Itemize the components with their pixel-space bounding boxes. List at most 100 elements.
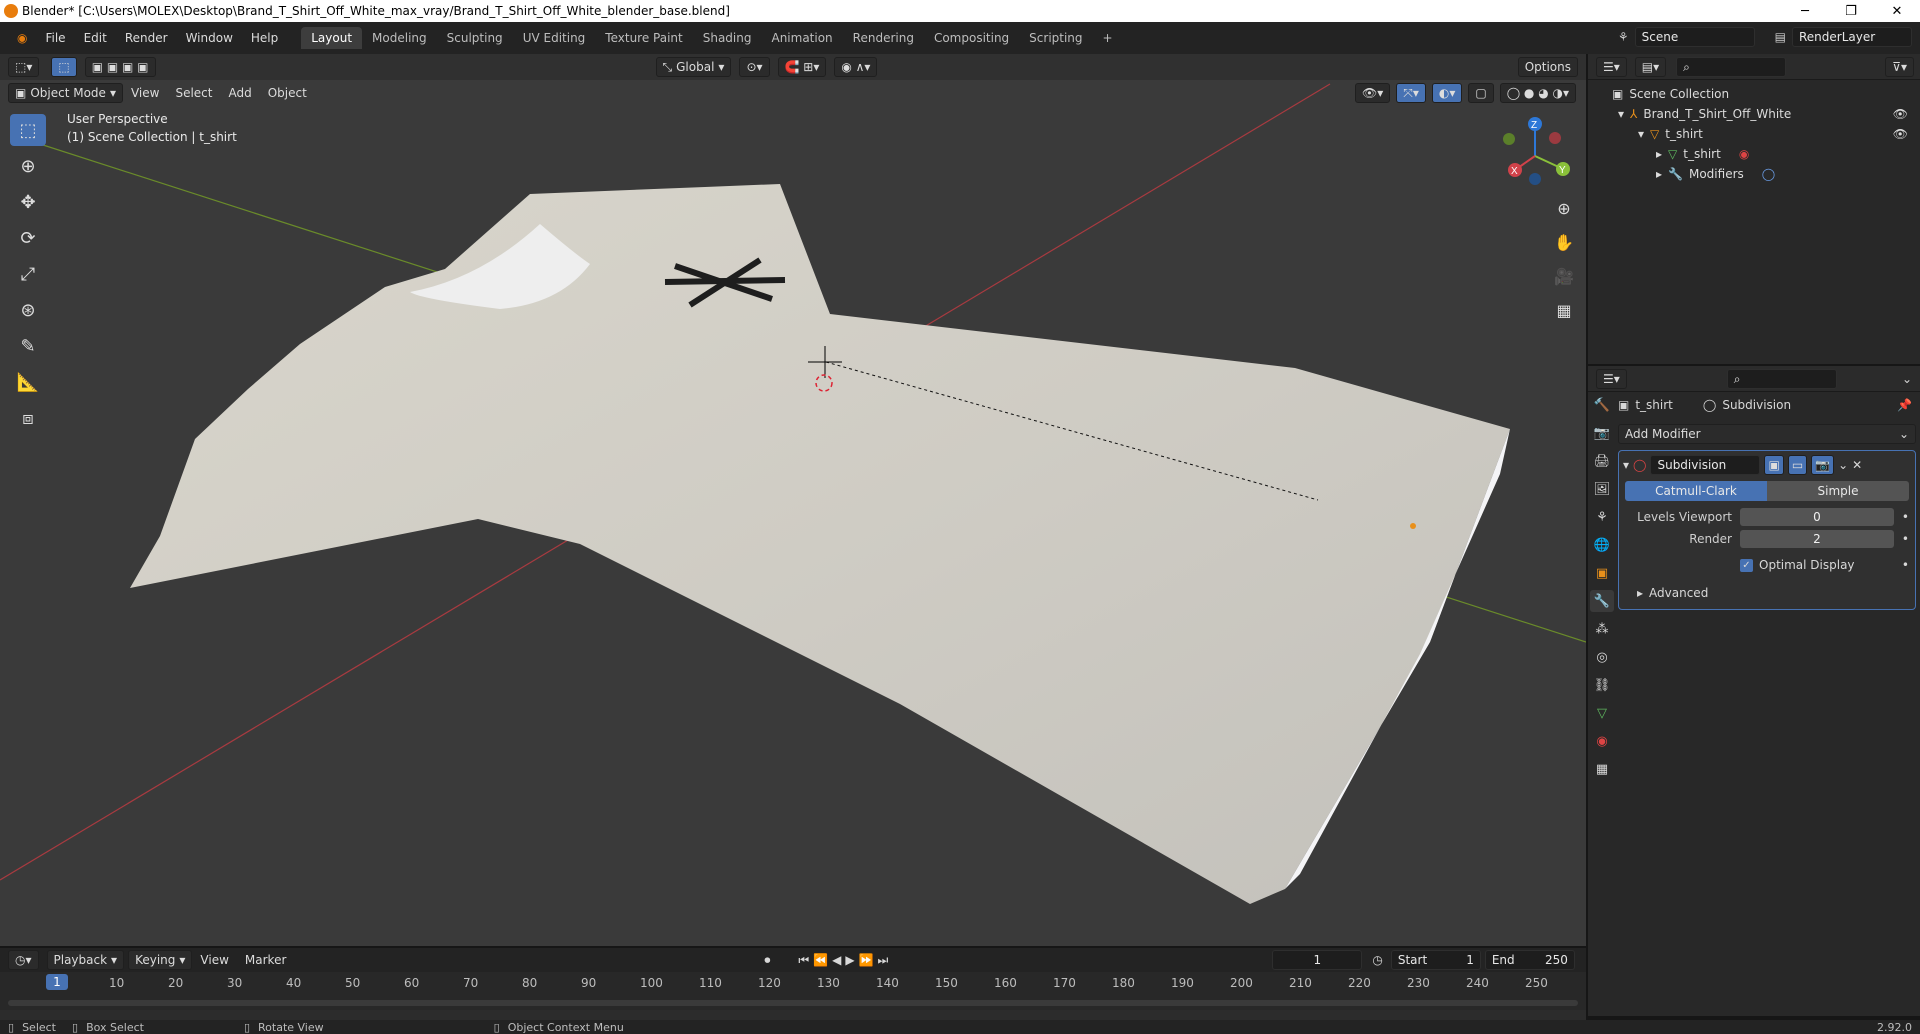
visibility-eye-icon[interactable]: 👁 xyxy=(1893,107,1908,121)
menu-object[interactable]: Object xyxy=(260,86,315,100)
tab-texture-paint[interactable]: Texture Paint xyxy=(595,27,692,49)
add-cube-icon[interactable]: ⧈ xyxy=(10,402,46,434)
scene-field[interactable]: Scene xyxy=(1634,27,1755,47)
world-tab-icon[interactable]: 🌐 xyxy=(1590,534,1614,556)
blender-menu-icon[interactable]: ◉ xyxy=(8,31,36,45)
tab-layout[interactable]: Layout xyxy=(301,27,363,49)
menu-marker[interactable]: Marker xyxy=(237,953,294,967)
menu-playback[interactable]: Playback ▾ xyxy=(46,950,125,970)
filter-icon[interactable]: ⊽▾ xyxy=(1885,56,1914,77)
playhead[interactable]: 1 xyxy=(46,974,68,990)
add-modifier-dropdown[interactable]: Add Modifier ⌄ xyxy=(1618,424,1916,444)
move-icon[interactable]: ✥ xyxy=(10,186,46,218)
menu-window[interactable]: Window xyxy=(177,31,242,45)
scale-icon[interactable]: ⤢ xyxy=(10,258,46,290)
menu-render[interactable]: Render xyxy=(116,31,177,45)
options-dropdown[interactable]: Options xyxy=(1517,57,1578,77)
proportional-edit-toggle[interactable]: ◉ ∧▾ xyxy=(834,57,878,77)
measure-icon[interactable]: 📐 xyxy=(10,366,46,398)
outliner-row-modifiers[interactable]: ▸ 🔧 Modifiers ◯ xyxy=(1588,164,1920,184)
shading-modes[interactable]: ◯ ● ◕ ◑▾ xyxy=(1499,83,1576,103)
snap-toggle[interactable]: 🧲 ⊞▾ xyxy=(777,57,827,77)
clock-icon[interactable]: ◷ xyxy=(1372,953,1382,967)
outliner-row-mesh[interactable]: ▸ ▽ t_shirt ◉ xyxy=(1588,144,1920,164)
physics-tab-icon[interactable]: ◎ xyxy=(1590,646,1614,668)
tab-uv-editing[interactable]: UV Editing xyxy=(513,27,596,49)
scene-tab-icon[interactable]: ⚘ xyxy=(1590,506,1614,528)
keyframe-dot-icon[interactable]: • xyxy=(1902,510,1909,524)
select-box-icon[interactable]: ⬚ xyxy=(10,114,46,146)
tab-modeling[interactable]: Modeling xyxy=(362,27,437,49)
playback-controls[interactable]: ⏮⏪◀▶⏩⏭ xyxy=(798,953,892,968)
end-frame-field[interactable]: End 250 xyxy=(1484,950,1575,970)
menu-help[interactable]: Help xyxy=(242,31,287,45)
menu-add[interactable]: Add xyxy=(220,86,259,100)
current-frame-field[interactable]: 1 xyxy=(1272,950,1363,970)
frame-ruler[interactable]: 1102030405060708090100110120130140150160… xyxy=(0,972,1586,1010)
xray-toggle[interactable]: ▢ xyxy=(1468,83,1494,103)
collapse-arrow-icon[interactable]: ▾ xyxy=(1623,458,1629,472)
tab-shading[interactable]: Shading xyxy=(693,27,762,49)
outliner-editor-type[interactable]: ☰▾ xyxy=(1596,56,1627,77)
particles-tab-icon[interactable]: ⁂ xyxy=(1590,618,1614,640)
add-workspace-button[interactable]: + xyxy=(1093,27,1123,49)
display-mode-dropdown[interactable]: ▤▾ xyxy=(1634,56,1667,77)
menu-edit[interactable]: Edit xyxy=(75,31,116,45)
tab-rendering[interactable]: Rendering xyxy=(843,27,924,49)
properties-editor-type[interactable]: ☰▾ xyxy=(1596,368,1627,389)
tool-tab-icon[interactable]: 🔨 xyxy=(1590,394,1614,416)
edit-mode-toggle[interactable]: ▣ xyxy=(1764,455,1784,475)
timeline-scrollbar[interactable] xyxy=(8,1000,1578,1006)
keyframe-dot-icon[interactable]: • xyxy=(1902,532,1909,546)
tab-animation[interactable]: Animation xyxy=(761,27,842,49)
mode-dropdown[interactable]: ▣ Object Mode ▾ xyxy=(8,83,123,103)
gizmo-toggle[interactable]: ⤧▾ xyxy=(1396,83,1426,103)
expand-arrow-icon[interactable]: ▾ xyxy=(1638,127,1644,141)
realtime-toggle[interactable]: ▭ xyxy=(1787,455,1808,475)
menu-file[interactable]: File xyxy=(36,31,74,45)
3d-viewport[interactable]: Z Y X ⬚▾ ⬚ ▣ ▣ ▣ ▣ ⤡ Global ▾ ⊙▾ 🧲 ⊞▾ ◉ ∧▾… xyxy=(0,54,1586,946)
transform-icon[interactable]: ⊛ xyxy=(10,294,46,326)
output-tab-icon[interactable]: 🖨 xyxy=(1590,450,1614,472)
simple-option[interactable]: Simple xyxy=(1767,481,1909,501)
menu-select[interactable]: Select xyxy=(167,86,220,100)
maximize-button[interactable]: ❐ xyxy=(1828,0,1874,22)
advanced-subpanel[interactable]: ▸ Advanced xyxy=(1625,583,1909,603)
modifier-name-field[interactable]: Subdivision xyxy=(1650,455,1761,475)
view-layer-tab-icon[interactable]: 🖼 xyxy=(1590,478,1614,500)
pin-icon[interactable]: 📌 xyxy=(1897,398,1912,412)
pivot-point-dropdown[interactable]: ⊙▾ xyxy=(739,57,770,77)
expand-arrow-icon[interactable]: ▾ xyxy=(1618,107,1624,121)
rotate-icon[interactable]: ⟳ xyxy=(10,222,46,254)
cursor-icon[interactable]: ⊕ xyxy=(10,150,46,182)
keyframe-dot-icon[interactable]: • xyxy=(1902,558,1909,572)
delete-modifier-icon[interactable]: ✕ xyxy=(1852,458,1862,472)
view-layer-field[interactable]: RenderLayer xyxy=(1792,27,1912,47)
visibility-icon[interactable]: 👁▾ xyxy=(1354,83,1391,103)
visibility-eye-icon[interactable]: 👁 xyxy=(1893,127,1908,141)
transform-orientation-dropdown[interactable]: ⤡ Global ▾ xyxy=(655,57,732,77)
texture-tab-icon[interactable]: ▦ xyxy=(1590,758,1614,780)
start-frame-field[interactable]: Start 1 xyxy=(1390,950,1481,970)
render-tab-icon[interactable]: 📷 xyxy=(1590,422,1614,444)
data-tab-icon[interactable]: ▽ xyxy=(1590,702,1614,724)
camera-icon[interactable]: 🎥 xyxy=(1550,262,1578,290)
constraints-tab-icon[interactable]: ⛓ xyxy=(1590,674,1614,696)
outliner-row-scene-collection[interactable]: ▣ Scene Collection xyxy=(1588,84,1920,104)
menu-keying[interactable]: Keying ▾ xyxy=(128,950,193,970)
collapse-chevron-icon[interactable]: ⌄ xyxy=(1902,372,1912,386)
material-tab-icon[interactable]: ◉ xyxy=(1590,730,1614,752)
overlay-toggle[interactable]: ◐▾ xyxy=(1431,83,1463,103)
render-toggle[interactable]: 📷 xyxy=(1811,455,1835,475)
record-icon[interactable]: ⏺ xyxy=(764,953,770,968)
pan-hand-icon[interactable]: ✋ xyxy=(1550,228,1578,256)
tab-compositing[interactable]: Compositing xyxy=(924,27,1019,49)
menu-view[interactable]: View xyxy=(123,86,167,100)
annotate-icon[interactable]: ✎ xyxy=(10,330,46,362)
editor-type-button[interactable]: ⬚▾ xyxy=(8,57,40,77)
grid-icon[interactable]: ▦ xyxy=(1550,296,1578,324)
catmull-clark-option[interactable]: Catmull-Clark xyxy=(1625,481,1767,501)
timeline-editor-type[interactable]: ◷▾ xyxy=(8,950,39,970)
tab-sculpting[interactable]: Sculpting xyxy=(437,27,513,49)
outliner-search-input[interactable]: ⌕ xyxy=(1676,56,1787,77)
